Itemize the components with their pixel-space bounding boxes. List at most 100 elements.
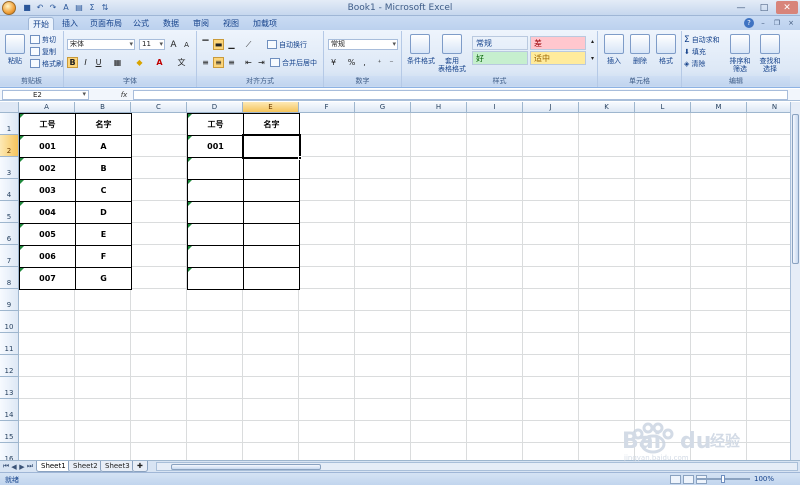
table2-data-cell[interactable] xyxy=(187,245,244,268)
row-header-1[interactable]: 1 xyxy=(0,113,19,135)
row-header-9[interactable]: 9 xyxy=(0,289,19,311)
style-bad[interactable]: 差 xyxy=(530,36,586,50)
fill-button[interactable]: ⬇ 填充 xyxy=(684,46,706,57)
orientation-icon[interactable]: ⟋ xyxy=(243,39,254,50)
new-sheet-icon[interactable]: ✚ xyxy=(132,461,148,472)
clear-button[interactable]: ◈ 清除 xyxy=(684,58,705,69)
insert-cells-button[interactable]: 插入 xyxy=(602,56,626,66)
sheet-tab-1[interactable]: Sheet1 xyxy=(36,461,71,472)
italic-button[interactable]: I xyxy=(80,57,91,68)
table1-header-cell[interactable]: 名字 xyxy=(75,113,132,136)
column-header-f[interactable]: F xyxy=(299,102,355,113)
phonetic-icon[interactable]: 文 xyxy=(176,57,187,68)
minimize-button[interactable]: — xyxy=(730,1,752,14)
table1-data-cell[interactable]: 003 xyxy=(19,179,76,202)
format-cells-button[interactable]: 格式 xyxy=(654,56,678,66)
delete-cells-icon[interactable] xyxy=(630,34,650,54)
format-cells-icon[interactable] xyxy=(656,34,676,54)
table1-data-cell[interactable]: B xyxy=(75,157,132,180)
column-header-k[interactable]: K xyxy=(579,102,635,113)
table2-data-cell[interactable] xyxy=(243,201,300,224)
find-select-icon[interactable] xyxy=(760,34,780,54)
zoom-level[interactable]: 100% xyxy=(754,475,774,483)
zoom-knob[interactable] xyxy=(721,475,725,483)
table2-data-cell[interactable] xyxy=(187,267,244,290)
column-header-a[interactable]: A xyxy=(19,102,75,113)
column-header-c[interactable]: C xyxy=(131,102,187,113)
tab-home[interactable]: 开始 xyxy=(28,17,54,30)
row-header-12[interactable]: 12 xyxy=(0,355,19,377)
borders-icon[interactable]: ▦ xyxy=(112,57,123,68)
first-sheet-icon[interactable]: ⏮ xyxy=(2,462,10,471)
sort-filter-icon[interactable] xyxy=(730,34,750,54)
align-right-icon[interactable]: ≡ xyxy=(226,57,237,68)
merge-center-button[interactable]: 合并后居中 xyxy=(270,57,317,68)
select-all-corner[interactable] xyxy=(0,102,19,113)
copy-button[interactable]: 复制 xyxy=(30,46,56,57)
style-good[interactable]: 好 xyxy=(472,51,528,65)
comma-button[interactable]: , xyxy=(359,57,370,68)
styles-more-icon[interactable]: ▾ xyxy=(587,53,598,64)
table1-data-cell[interactable]: 005 xyxy=(19,223,76,246)
column-header-m[interactable]: M xyxy=(691,102,747,113)
table1-data-cell[interactable]: G xyxy=(75,267,132,290)
bold-button[interactable]: B xyxy=(67,57,78,68)
table1-data-cell[interactable]: 006 xyxy=(19,245,76,268)
increase-indent-icon[interactable]: ⇥ xyxy=(256,57,267,68)
number-format-select[interactable]: 常规 xyxy=(328,39,398,50)
table1-data-cell[interactable]: F xyxy=(75,245,132,268)
tab-data[interactable]: 数据 xyxy=(160,17,182,30)
row-header-6[interactable]: 6 xyxy=(0,223,19,245)
decrease-decimal-icon[interactable]: ⁻ xyxy=(386,57,397,68)
delete-cells-button[interactable]: 删除 xyxy=(628,56,652,66)
row-header-13[interactable]: 13 xyxy=(0,377,19,399)
table1-data-cell[interactable]: 007 xyxy=(19,267,76,290)
ribbon-close-icon[interactable]: × xyxy=(786,18,796,28)
table2-data-cell[interactable] xyxy=(187,179,244,202)
page-layout-view-icon[interactable] xyxy=(683,475,694,484)
currency-icon[interactable]: ¥ xyxy=(328,57,339,68)
sheet-tab-2[interactable]: Sheet2 xyxy=(68,461,103,472)
table1-data-cell[interactable]: 004 xyxy=(19,201,76,224)
align-bottom-icon[interactable]: ▁ xyxy=(226,39,237,50)
column-header-j[interactable]: J xyxy=(523,102,579,113)
formula-input[interactable] xyxy=(133,90,788,100)
row-header-7[interactable]: 7 xyxy=(0,245,19,267)
last-sheet-icon[interactable]: ⏭ xyxy=(26,462,34,471)
help-icon[interactable]: ? xyxy=(744,18,754,28)
underline-button[interactable]: U xyxy=(93,57,104,68)
tab-formulas[interactable]: 公式 xyxy=(130,17,152,30)
row-header-2[interactable]: 2 xyxy=(0,135,19,157)
table1-data-cell[interactable]: D xyxy=(75,201,132,224)
sheet-tab-3[interactable]: Sheet3 xyxy=(100,461,135,472)
conditional-format-button[interactable]: 条件格式 xyxy=(404,56,438,66)
next-sheet-icon[interactable]: ▶ xyxy=(18,462,26,471)
vertical-scroll-thumb[interactable] xyxy=(792,114,799,264)
format-table-icon[interactable] xyxy=(442,34,462,54)
name-box[interactable]: E2 xyxy=(2,90,89,100)
horizontal-scroll-thumb[interactable] xyxy=(171,464,321,470)
worksheet-grid[interactable]: A B C D E F G H I J K L M N 1 2 3 4 5 6 7 8 9 10 11 12 13 14 15 16 工号名… xyxy=(0,102,800,460)
vertical-scrollbar[interactable] xyxy=(790,102,800,460)
tab-view[interactable]: 视图 xyxy=(220,17,242,30)
row-header-5[interactable]: 5 xyxy=(0,201,19,223)
row-header-11[interactable]: 11 xyxy=(0,333,19,355)
column-header-i[interactable]: I xyxy=(467,102,523,113)
align-left-icon[interactable]: ≡ xyxy=(200,57,211,68)
cut-button[interactable]: 剪切 xyxy=(30,34,56,45)
table2-data-cell[interactable] xyxy=(243,179,300,202)
table2-data-cell[interactable] xyxy=(187,201,244,224)
table2-header-cell[interactable]: 名字 xyxy=(243,113,300,136)
table1-header-cell[interactable]: 工号 xyxy=(19,113,76,136)
row-header-15[interactable]: 15 xyxy=(0,421,19,443)
row-header-3[interactable]: 3 xyxy=(0,157,19,179)
tab-insert[interactable]: 插入 xyxy=(58,17,82,30)
tab-page-layout[interactable]: 页面布局 xyxy=(88,17,124,30)
row-header-16[interactable]: 16 xyxy=(0,443,19,460)
conditional-format-icon[interactable] xyxy=(410,34,430,54)
tab-review[interactable]: 审阅 xyxy=(190,17,212,30)
prev-sheet-icon[interactable]: ◀ xyxy=(10,462,18,471)
table2-data-cell[interactable] xyxy=(243,267,300,290)
shrink-font-button[interactable]: A xyxy=(181,39,192,50)
zoom-slider[interactable] xyxy=(696,475,750,483)
